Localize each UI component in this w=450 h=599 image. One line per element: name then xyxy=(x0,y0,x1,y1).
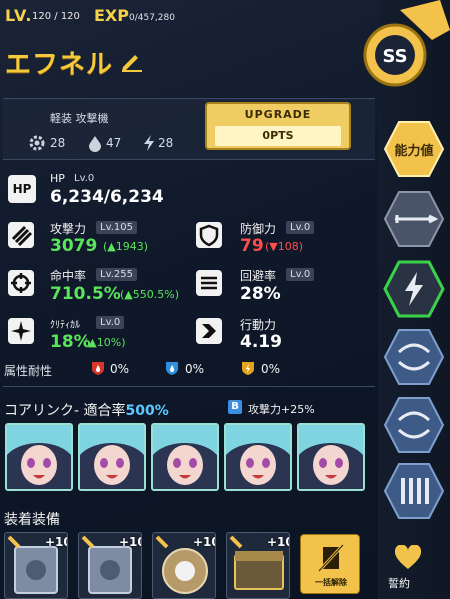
gear-icon xyxy=(29,135,45,151)
critical-star-icon xyxy=(8,318,34,344)
hp-label: HP xyxy=(50,172,65,185)
attack-level: Lv.105 xyxy=(96,221,137,234)
accuracy-value: 710.5% xyxy=(50,284,121,304)
thunder-resist-icon xyxy=(242,362,254,375)
edit-name-pencil-icon[interactable] xyxy=(120,50,142,72)
svg-text:能力値: 能力値 xyxy=(394,143,433,159)
evasion-level: Lv.0 xyxy=(286,268,315,281)
equipment-slot-2[interactable]: +10 xyxy=(78,532,142,599)
evasion-value: 28% xyxy=(240,284,281,304)
equipment-slot-3[interactable]: +10 xyxy=(152,532,216,599)
drop-value: 47 xyxy=(106,136,122,150)
attack-icon xyxy=(8,222,34,248)
level-label: LV. xyxy=(5,6,33,25)
crosshair-icon xyxy=(8,270,34,296)
evasion-label: 回避率 xyxy=(240,269,277,283)
critical-level: Lv.0 xyxy=(96,316,125,329)
hp-icon: HP xyxy=(8,175,36,203)
character-name: エフネル xyxy=(5,50,114,80)
drop-icon xyxy=(89,136,101,152)
evasion-lines-icon xyxy=(196,270,222,296)
resist-label: 属性耐性 xyxy=(4,364,53,378)
rank-ss-emblem: SS xyxy=(363,0,450,87)
pledge-label: 誓約 xyxy=(388,577,410,590)
bulk-unequip-icon xyxy=(317,543,345,573)
core-grade-badge: B xyxy=(228,400,242,414)
core-link-card-1[interactable] xyxy=(5,423,73,491)
core-link-bonus: 攻撃力+25% xyxy=(248,403,315,416)
action-value: 4.19 xyxy=(240,332,282,352)
core-link-title: コアリンク- 適合率500% xyxy=(4,403,169,419)
defense-level: Lv.0 xyxy=(286,221,315,234)
upgrade-points: 0PTS xyxy=(262,129,294,142)
svg-text:SS: SS xyxy=(382,46,407,67)
accuracy-label: 命中率 xyxy=(50,269,87,283)
action-label: 行動力 xyxy=(240,318,277,332)
accuracy-level: Lv.255 xyxy=(96,268,137,281)
bolt-value: 28 xyxy=(158,136,174,150)
equipment-plus: +10 xyxy=(119,535,141,549)
bulk-unequip-button[interactable]: 一括解除 xyxy=(300,534,360,594)
critical-label: ｸﾘﾃｨｶﾙ xyxy=(50,320,80,331)
upgrade-label: UPGRADE xyxy=(244,108,312,121)
tab-ammo[interactable] xyxy=(383,460,445,522)
exp-value: 0/457,280 xyxy=(129,13,175,23)
character-detail-screen: LV. 120 / 120 EXP 0/457,280 エフネル 軽装 攻撃機 … xyxy=(0,0,450,599)
tab-rotate[interactable] xyxy=(383,394,445,456)
fire-resist-icon xyxy=(92,362,104,375)
ice-resist-icon xyxy=(166,362,178,375)
action-arrow-icon xyxy=(196,318,222,344)
core-link-card-5[interactable] xyxy=(297,423,365,491)
equipment-plus: +10 xyxy=(45,535,67,549)
shield-icon xyxy=(196,222,222,248)
divider xyxy=(3,386,375,387)
core-link-card-3[interactable] xyxy=(151,423,219,491)
level-value: 120 / 120 xyxy=(32,11,80,22)
hp-value: 6,234/6,234 xyxy=(50,187,164,207)
tab-weapon[interactable] xyxy=(383,188,445,250)
equipment-plus: +10 xyxy=(193,535,215,549)
accuracy-delta: (▲550.5%) xyxy=(120,288,179,301)
equipment-title: 装着装備 xyxy=(4,512,60,528)
tab-stats[interactable]: 能力値 xyxy=(383,118,445,180)
equipment-plus: +10 xyxy=(267,535,289,549)
equipment-slot-4[interactable]: +10 xyxy=(226,532,290,599)
tab-exchange[interactable] xyxy=(383,326,445,388)
fire-resist-value: 0% xyxy=(110,362,130,376)
core-link-percent: 500% xyxy=(125,403,169,419)
heart-icon[interactable] xyxy=(394,545,422,571)
hp-level: Lv.0 xyxy=(74,173,95,184)
defense-label: 防御力 xyxy=(240,222,277,236)
thunder-resist-value: 0% xyxy=(261,362,281,376)
upgrade-points-box: 0PTS xyxy=(215,126,341,146)
upgrade-button[interactable]: UPGRADE 0PTS xyxy=(205,102,351,150)
ice-resist-value: 0% xyxy=(185,362,205,376)
gear-value: 28 xyxy=(50,136,66,150)
attack-label: 攻撃力 xyxy=(50,222,87,236)
class-label: 軽装 攻撃機 xyxy=(50,112,109,125)
defense-delta: (▼108) xyxy=(265,240,304,253)
tab-skill[interactable] xyxy=(383,258,445,320)
exp-label: EXP xyxy=(94,6,129,25)
core-link-card-2[interactable] xyxy=(78,423,146,491)
core-link-card-4[interactable] xyxy=(224,423,292,491)
critical-delta: (▲10%) xyxy=(84,336,126,349)
defense-value: 79 xyxy=(240,236,264,256)
bulk-unequip-label: 一括解除 xyxy=(315,578,347,587)
equipment-slot-1[interactable]: +10 xyxy=(4,532,68,599)
attack-delta: (▲1943) xyxy=(103,240,149,253)
bolt-icon xyxy=(144,135,154,151)
attack-value: 3079 xyxy=(50,236,98,256)
